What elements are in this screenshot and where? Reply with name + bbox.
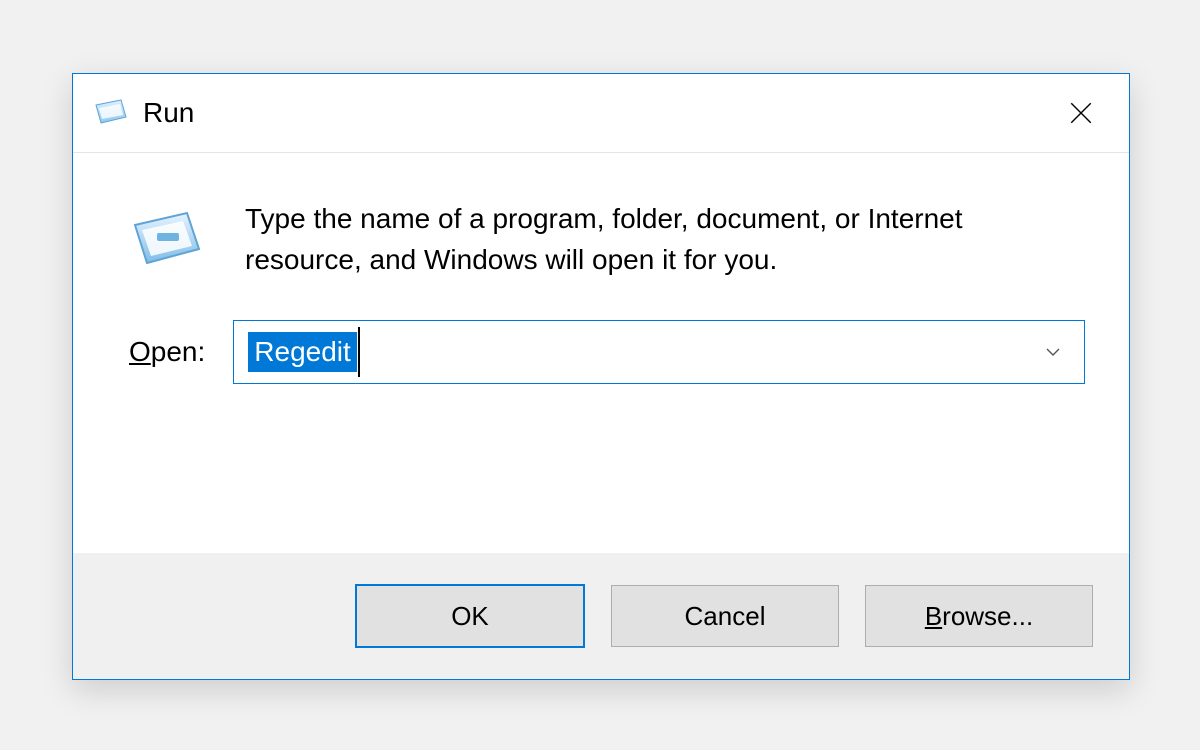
dialog-body: Type the name of a program, folder, docu… xyxy=(73,153,1129,679)
dialog-description: Type the name of a program, folder, docu… xyxy=(245,199,1065,280)
combobox-dropdown-button[interactable] xyxy=(1036,335,1070,369)
run-dialog: Run Type the na xyxy=(72,73,1130,680)
run-icon xyxy=(129,205,205,271)
open-label: Open: xyxy=(129,336,205,368)
cancel-button[interactable]: Cancel xyxy=(611,585,839,647)
open-combobox[interactable]: Regedit xyxy=(233,320,1085,384)
browse-button[interactable]: Browse... xyxy=(865,585,1093,647)
titlebar: Run xyxy=(73,74,1129,153)
text-caret xyxy=(358,327,360,377)
close-icon xyxy=(1068,100,1094,126)
close-button[interactable] xyxy=(1057,89,1105,137)
chevron-down-icon xyxy=(1043,342,1063,362)
content-row: Type the name of a program, folder, docu… xyxy=(73,153,1129,280)
open-row: Open: Regedit xyxy=(73,280,1129,384)
dialog-title: Run xyxy=(143,99,194,127)
run-dialog-icon xyxy=(93,97,129,129)
ok-button[interactable]: OK xyxy=(355,584,585,648)
open-input-selection: Regedit xyxy=(248,332,357,372)
button-bar: OK Cancel Browse... xyxy=(73,553,1129,679)
